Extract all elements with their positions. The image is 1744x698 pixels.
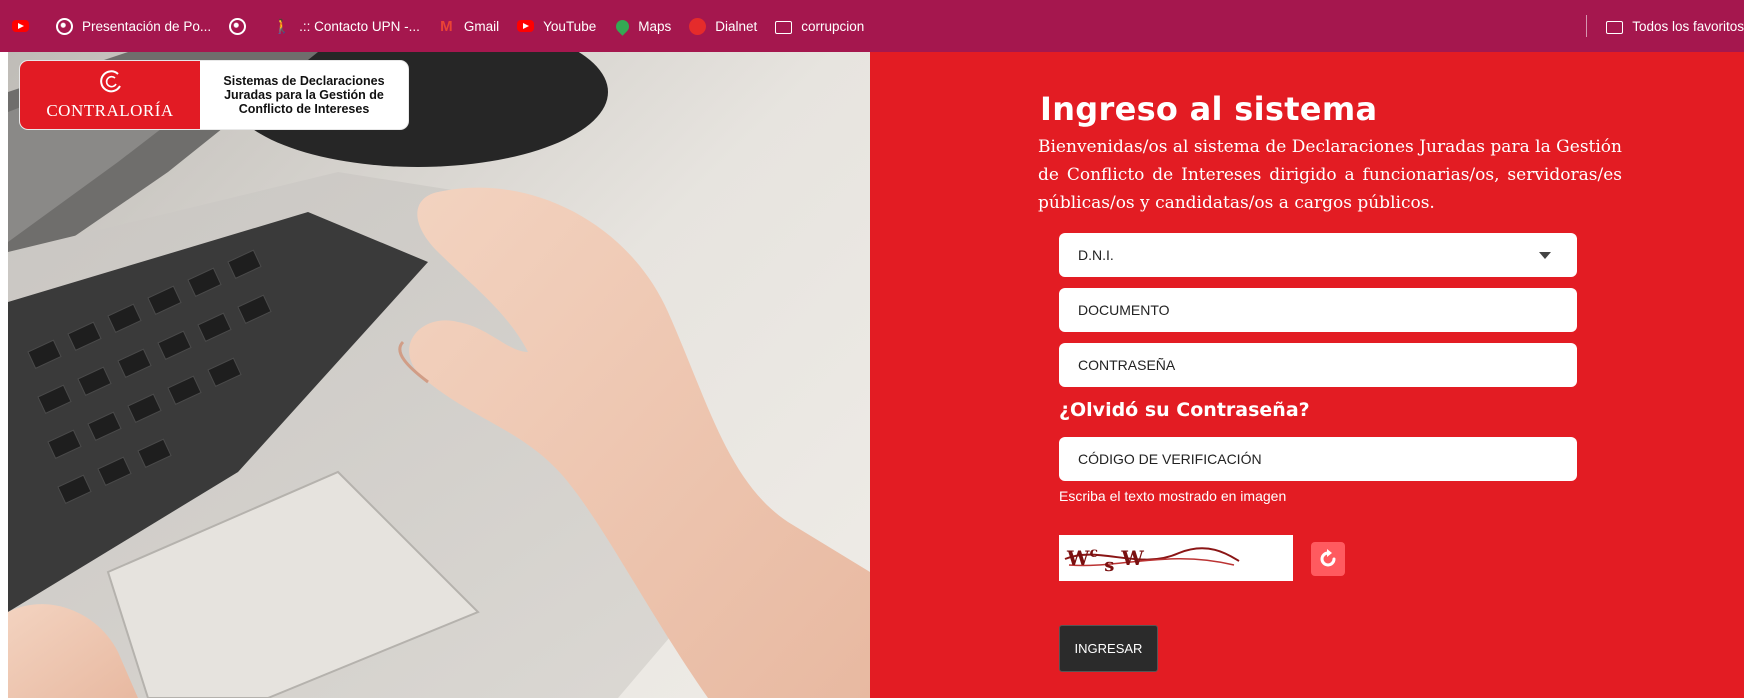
bookmark-label: .:: Contacto UPN -...	[299, 18, 420, 34]
globe-icon	[229, 17, 247, 35]
logo-brand-block: CONTRALORÍA	[20, 61, 200, 129]
verification-placeholder: CÓDIGO DE VERIFICACIÓN	[1078, 451, 1262, 467]
bookmark-folder-corrupcion[interactable]: corrupcion	[766, 11, 873, 41]
intro-text: Bienvenidas/os al sistema de Declaracion…	[1038, 137, 1622, 213]
bookmark-label: YouTube	[543, 18, 597, 34]
captcha-image: Wc s W	[1059, 535, 1293, 581]
bookmarks-separator	[1586, 15, 1588, 37]
bookmark-dialnet[interactable]: Dialnet	[680, 11, 766, 41]
captcha-graphic: Wc s W	[1064, 545, 1240, 576]
bookmark-youtube[interactable]: YouTube	[508, 11, 605, 41]
dialnet-icon	[689, 17, 707, 35]
submit-button[interactable]: INGRESAR	[1059, 625, 1158, 672]
verification-code-input[interactable]: CÓDIGO DE VERIFICACIÓN	[1059, 437, 1577, 481]
bookmark-maps[interactable]: Maps	[605, 11, 680, 41]
document-input[interactable]: DOCUMENTO	[1059, 288, 1577, 332]
bookmark-all-favorites[interactable]: Todos los favoritos	[1597, 11, 1744, 41]
chevron-down-icon	[1539, 252, 1551, 259]
bookmark-label: Maps	[638, 18, 672, 34]
gmail-icon: M	[440, 17, 453, 35]
folder-icon	[1606, 20, 1624, 34]
youtube-icon	[12, 20, 29, 32]
youtube-icon	[517, 20, 535, 32]
logo-subtitle: Sistemas de Declaraciones Juradas para l…	[223, 74, 385, 116]
bookmark-contacto-upn[interactable]: 🚶 .:: Contacto UPN -...	[264, 11, 429, 41]
bookmark-gmail[interactable]: M Gmail	[429, 11, 508, 41]
refresh-captcha-button[interactable]	[1311, 542, 1345, 576]
document-placeholder: DOCUMENTO	[1078, 302, 1170, 318]
logo-name: CONTRALORÍA	[46, 101, 174, 120]
bookmark-label: Presentación de Po...	[82, 18, 212, 34]
password-input[interactable]: CONTRASEÑA	[1059, 343, 1577, 387]
contraloria-emblem-icon	[100, 70, 121, 93]
maps-icon	[613, 16, 632, 36]
hero-photo	[8, 52, 870, 698]
captcha-hint: Escriba el texto mostrado en imagen	[1059, 488, 1287, 504]
bookmark-youtube-shortcut[interactable]	[12, 11, 47, 41]
login-panel: Ingreso al sistema Bienvenidas/os al sis…	[870, 52, 1744, 698]
captcha-text: Wc s W	[1066, 545, 1144, 576]
password-placeholder: CONTRASEÑA	[1078, 357, 1176, 373]
bookmark-label: Gmail	[463, 18, 500, 34]
refresh-icon	[1320, 549, 1336, 567]
bookmark-label: Dialnet	[715, 18, 758, 34]
laptop-hands-illustration	[8, 52, 870, 698]
bookmarks-bar: Presentación de Po... 🚶 .:: Contacto UPN…	[0, 0, 1744, 52]
document-type-select[interactable]: D.N.I.	[1059, 233, 1577, 277]
figure-icon: 🚶	[273, 17, 291, 34]
contraloria-logo: CONTRALORÍA Sistemas de Declaraciones Ju…	[20, 61, 408, 129]
page-title: Ingreso al sistema	[1040, 90, 1378, 128]
globe-icon	[56, 17, 73, 35]
bookmark-globe[interactable]	[220, 11, 264, 41]
forgot-password-link[interactable]: ¿Olvidó su Contraseña?	[1059, 399, 1310, 421]
all-bookmarks-label: Todos los favoritos	[1632, 18, 1744, 34]
folder-icon	[775, 20, 793, 34]
bookmark-presentacion[interactable]: Presentación de Po...	[47, 11, 220, 41]
bookmark-label: corrupcion	[801, 18, 865, 34]
document-type-value: D.N.I.	[1078, 247, 1114, 263]
